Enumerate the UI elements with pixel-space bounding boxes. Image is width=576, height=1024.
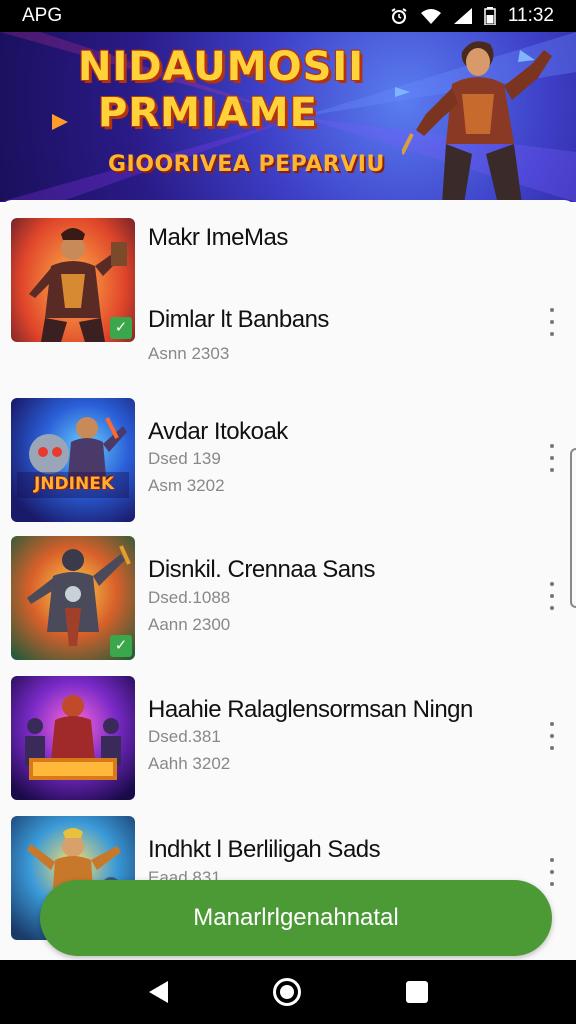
wifi-icon <box>420 9 441 24</box>
more-options-icon[interactable] <box>546 722 558 750</box>
back-icon[interactable] <box>148 981 168 1003</box>
item-title: Indhkt l Berliligah Sads <box>148 836 381 863</box>
signal-icon <box>453 8 472 24</box>
alarm-icon <box>391 8 407 24</box>
status-icons: 11:32 <box>390 5 554 27</box>
verified-check-icon: ✓ <box>110 635 132 657</box>
app-thumbnail: JNDINEK <box>11 398 135 522</box>
item-title: Avdar Itokoak <box>148 418 288 445</box>
list-item[interactable]: JNDINEK Avdar Itokoak Dsed 139 Asm 3202 <box>0 380 576 522</box>
more-options-icon[interactable] <box>546 582 558 610</box>
banner-title-line1: NIDAUMOSII <box>78 44 365 90</box>
primary-action-button[interactable]: Manarlrlgenahnatal <box>40 880 552 956</box>
item-meta: Aann 2300 <box>148 615 231 634</box>
banner-subtitle: GIOORIVEA PEPARVIU <box>108 152 385 177</box>
clock-label: 11:32 <box>507 5 554 26</box>
carrier-label: APG <box>22 5 63 26</box>
verified-check-icon: ✓ <box>110 317 132 339</box>
more-options-icon[interactable] <box>546 308 558 336</box>
app-thumbnail-art <box>11 398 135 522</box>
list-item[interactable]: ✓ Disnkil. Crennaa Sans Dsed.1088 Aann 2… <box>0 518 576 660</box>
list-item[interactable]: Haahie Ralaglensormsan Ningn Dsed.381 Aa… <box>0 658 576 800</box>
banner-arrow-icon <box>52 114 68 130</box>
list-item[interactable]: ✓ Makr ImeMas Dimlar lt Banbans Asnn 230… <box>0 200 576 363</box>
item-title: Haahie Ralaglensormsan Ningn <box>148 696 473 723</box>
list-header: Makr ImeMas <box>148 224 288 251</box>
app-list-panel: ✓ Makr ImeMas Dimlar lt Banbans Asnn 230… <box>0 200 576 960</box>
app-thumbnail-art <box>11 676 135 800</box>
item-title: Dimlar lt Banbans <box>148 306 329 333</box>
recents-icon[interactable] <box>405 981 428 1003</box>
banner-title: NIDAUMOSII PRMIAME <box>78 44 364 136</box>
item-subtitle: Dsed.1088 <box>148 588 231 607</box>
promo-banner[interactable]: NIDAUMOSII PRMIAME GIOORIVEA PEPARVIU <box>0 32 576 202</box>
battery-icon <box>484 7 496 25</box>
banner-title-line2: PRMIAME <box>98 90 318 136</box>
app-thumbnail: ✓ <box>11 536 135 660</box>
more-options-icon[interactable] <box>546 858 558 886</box>
status-bar: APG 11:32 <box>0 0 576 32</box>
item-title: Disnkil. Crennaa Sans <box>148 556 375 583</box>
app-thumbnail: ✓ <box>11 218 135 342</box>
hero-character-image <box>402 41 552 202</box>
item-meta: Aahh 3202 <box>148 754 231 773</box>
item-meta: Asm 3202 <box>148 476 225 495</box>
thumb-title-text: JNDINEK <box>33 474 114 494</box>
navigation-bar <box>0 960 576 1024</box>
more-options-icon[interactable] <box>546 444 558 472</box>
home-icon[interactable] <box>272 978 301 1006</box>
item-subtitle: Dsed 139 <box>148 449 221 468</box>
item-subtitle: Asnn 2303 <box>148 344 230 363</box>
app-thumbnail <box>11 676 135 800</box>
item-subtitle: Dsed.381 <box>148 727 221 746</box>
